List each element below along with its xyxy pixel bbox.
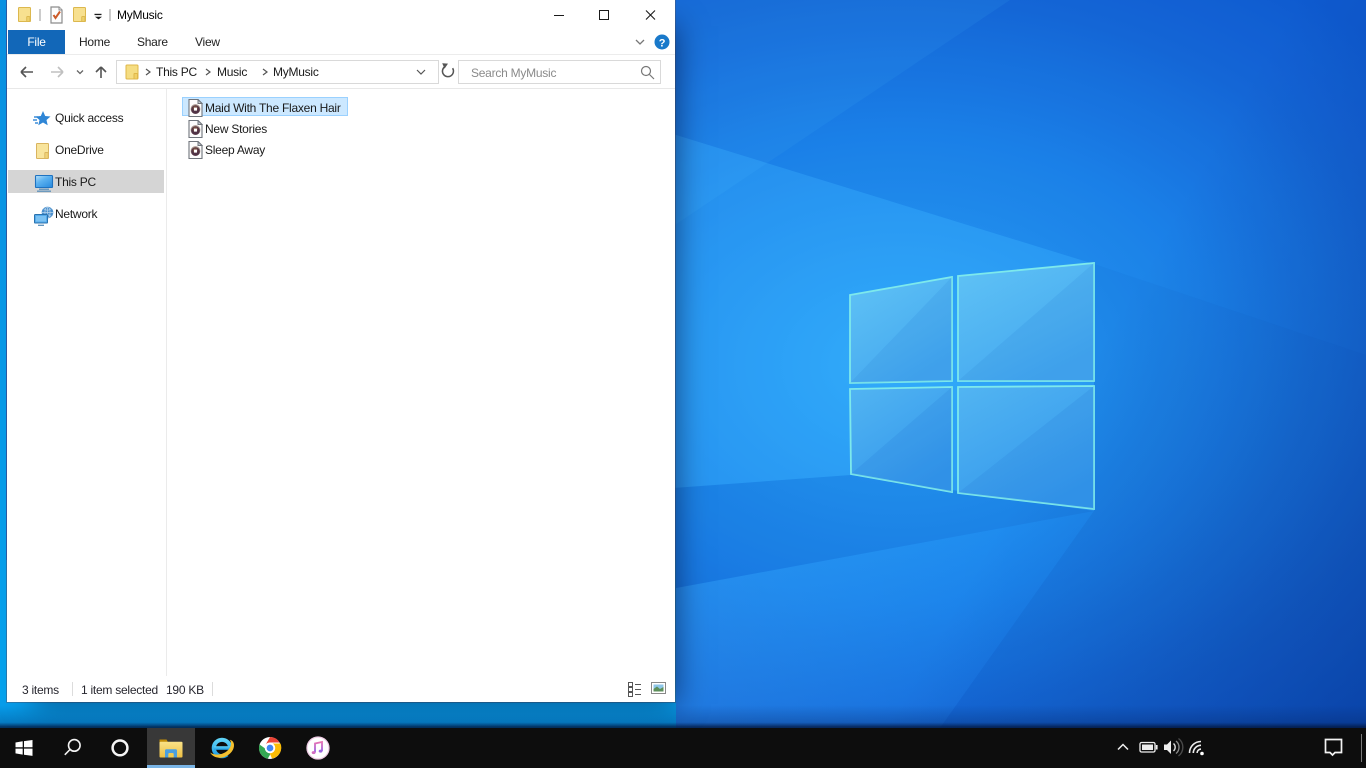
svg-text:?: ? (659, 38, 666, 50)
